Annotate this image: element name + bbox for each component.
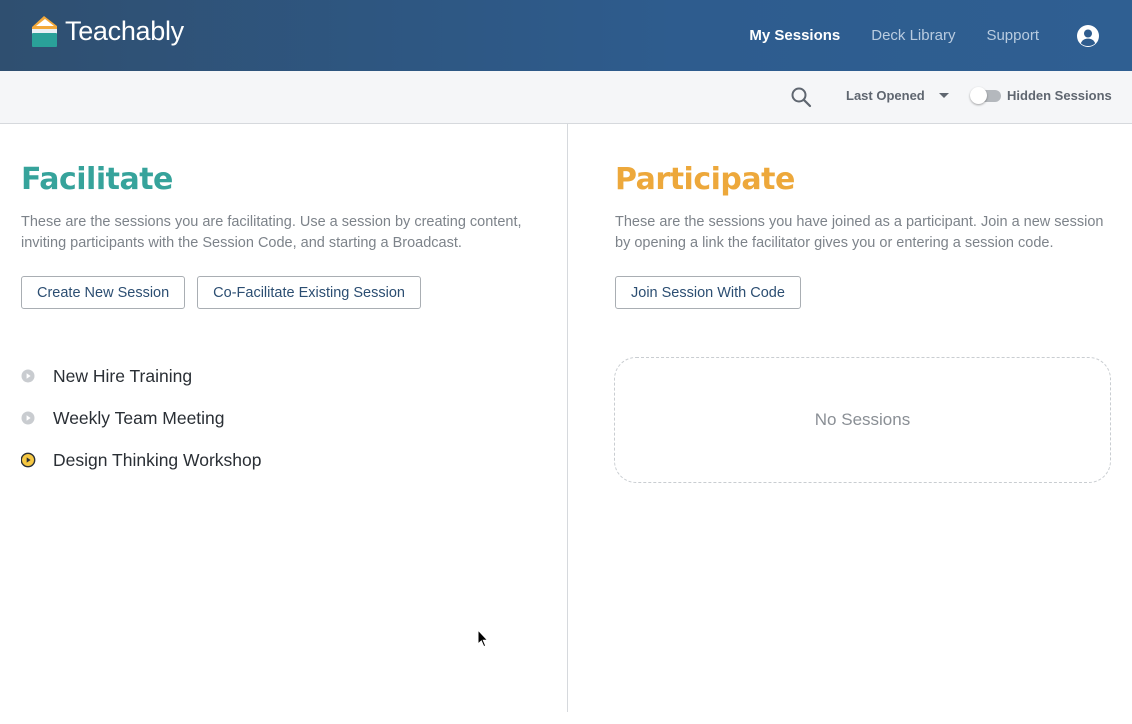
- column-divider: [567, 124, 568, 712]
- facilitate-description: These are the sessions you are facilitat…: [21, 214, 522, 251]
- toggle-track[interactable]: [970, 87, 1001, 104]
- session-name: Weekly Team Meeting: [53, 407, 225, 428]
- participate-actions: Join Session With Code: [615, 276, 1112, 309]
- cofacilitate-button[interactable]: Co-Facilitate Existing Session: [197, 276, 421, 309]
- session-name: Design Thinking Workshop: [53, 449, 262, 470]
- session-item[interactable]: Weekly Team Meeting: [21, 397, 541, 439]
- session-item[interactable]: New Hire Training: [21, 355, 541, 397]
- app-header: Teachably My Sessions Deck Library Suppo…: [0, 0, 1132, 71]
- sort-selected-label: Last Opened: [846, 88, 925, 103]
- hidden-sessions-label: Hidden Sessions: [1007, 88, 1112, 103]
- logo[interactable]: Teachably: [30, 14, 184, 48]
- logo-icon: [32, 16, 57, 47]
- play-circle-icon: [21, 411, 35, 425]
- live-play-circle-icon: [21, 452, 36, 468]
- participate-title: Participate: [615, 162, 795, 197]
- empty-sessions-text: No Sessions: [814, 410, 911, 429]
- facilitate-session-list: New Hire Training Weekly Team Meeting De…: [21, 355, 541, 481]
- nav-deck-library[interactable]: Deck Library: [871, 27, 955, 44]
- hidden-sessions-toggle[interactable]: Hidden Sessions: [970, 87, 1112, 104]
- sort-dropdown[interactable]: Last Opened: [846, 88, 949, 103]
- empty-sessions-placeholder: No Sessions: [614, 357, 1111, 483]
- facilitate-section: Facilitate These are the sessions you ar…: [21, 124, 541, 481]
- user-circle-icon[interactable]: [1076, 24, 1100, 48]
- nav-support[interactable]: Support: [986, 27, 1039, 44]
- mouse-pointer-icon: [477, 629, 489, 648]
- session-name: New Hire Training: [53, 365, 193, 386]
- join-session-button[interactable]: Join Session With Code: [615, 276, 801, 309]
- facilitate-title: Facilitate: [21, 162, 173, 197]
- session-item[interactable]: Design Thinking Workshop: [21, 439, 541, 481]
- participate-description: These are the sessions you have joined a…: [615, 214, 1104, 251]
- nav-my-sessions[interactable]: My Sessions: [749, 27, 840, 44]
- sessions-toolbar: Last Opened Hidden Sessions: [0, 71, 1132, 124]
- create-session-button[interactable]: Create New Session: [21, 276, 186, 309]
- main-nav: My Sessions Deck Library Support: [749, 0, 1132, 71]
- play-circle-icon: [21, 369, 35, 383]
- facilitate-actions: Create New Session Co-Facilitate Existin…: [21, 276, 541, 309]
- app-name: Teachably: [65, 15, 184, 46]
- search-icon[interactable]: [790, 86, 812, 108]
- participate-section: Participate These are the sessions you h…: [614, 124, 1112, 483]
- caret-down-icon: [938, 93, 949, 98]
- toggle-knob: [970, 87, 987, 104]
